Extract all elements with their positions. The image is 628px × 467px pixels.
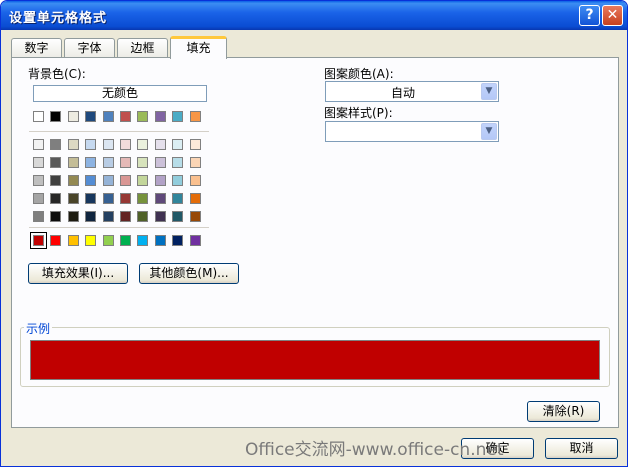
color-swatch[interactable] — [33, 139, 44, 150]
color-swatch[interactable] — [85, 211, 97, 222]
color-swatch[interactable] — [172, 139, 184, 150]
color-swatch[interactable] — [102, 157, 114, 168]
color-swatch[interactable] — [154, 139, 166, 150]
fill-effects-button[interactable]: 填充效果(I)... — [28, 263, 128, 284]
color-swatch[interactable] — [85, 157, 97, 168]
color-swatch[interactable] — [102, 211, 114, 222]
watermark-text: Office交流网-www.office-cn.net — [245, 440, 504, 460]
color-swatch[interactable] — [50, 211, 62, 222]
color-swatch[interactable] — [33, 211, 44, 222]
no-color-button[interactable]: 无颜色 — [33, 85, 207, 102]
pattern-color-label: 图案颜色(A): — [324, 67, 394, 81]
color-swatch[interactable] — [102, 235, 114, 246]
pattern-style-select[interactable]: ▼ — [325, 121, 499, 142]
color-swatch[interactable] — [189, 235, 201, 246]
color-swatch[interactable] — [102, 193, 114, 204]
color-swatch[interactable] — [33, 157, 44, 168]
color-swatch[interactable] — [154, 235, 166, 246]
format-cells-dialog: 设置单元格格式 ? ✕ 数字 字体 边框 填充 背景色(C): 无颜色 图案颜色… — [0, 0, 628, 467]
color-swatch[interactable] — [137, 211, 149, 222]
color-swatch[interactable] — [85, 193, 97, 204]
color-swatch[interactable] — [172, 175, 184, 186]
color-swatch[interactable] — [67, 175, 79, 186]
color-swatch[interactable] — [137, 157, 149, 168]
color-swatch[interactable] — [120, 235, 131, 246]
color-swatch[interactable] — [189, 139, 201, 150]
color-swatch[interactable] — [102, 111, 114, 122]
sample-label: 示例 — [24, 320, 53, 337]
title-bar[interactable]: 设置单元格格式 ? ✕ — [1, 1, 627, 30]
color-swatch[interactable] — [120, 111, 131, 122]
color-swatch[interactable] — [154, 211, 166, 222]
color-swatch[interactable] — [33, 175, 44, 186]
color-swatch[interactable] — [33, 193, 44, 204]
tab-fill[interactable]: 填充 — [170, 36, 227, 59]
color-swatch[interactable] — [154, 157, 166, 168]
color-swatch[interactable] — [30, 232, 47, 249]
close-icon[interactable]: ✕ — [602, 5, 623, 26]
tab-number[interactable]: 数字 — [11, 38, 62, 58]
color-swatch[interactable] — [189, 175, 201, 186]
color-swatch[interactable] — [172, 193, 184, 204]
color-swatch[interactable] — [85, 139, 97, 150]
color-swatch[interactable] — [172, 111, 184, 122]
tab-font[interactable]: 字体 — [64, 38, 115, 58]
color-swatch[interactable] — [137, 193, 149, 204]
color-swatch[interactable] — [50, 139, 62, 150]
color-swatch[interactable] — [137, 111, 149, 122]
background-color-label: 背景色(C): — [28, 67, 86, 81]
color-swatch[interactable] — [120, 211, 131, 222]
color-swatch[interactable] — [172, 211, 184, 222]
cancel-button[interactable]: 取消 — [545, 438, 618, 459]
dialog-title: 设置单元格格式 — [9, 11, 108, 26]
color-swatch[interactable] — [120, 157, 131, 168]
color-swatch[interactable] — [137, 235, 149, 246]
color-swatch[interactable] — [189, 193, 201, 204]
color-swatch[interactable] — [85, 111, 97, 122]
color-swatch[interactable] — [120, 175, 131, 186]
color-swatch[interactable] — [67, 211, 79, 222]
color-swatch[interactable] — [120, 139, 131, 150]
color-swatch[interactable] — [154, 175, 166, 186]
chevron-down-icon[interactable]: ▼ — [481, 83, 497, 100]
color-swatch[interactable] — [33, 111, 44, 122]
color-swatch[interactable] — [189, 211, 201, 222]
color-swatch[interactable] — [50, 111, 62, 122]
pattern-color-value: 自动 — [390, 86, 415, 100]
color-swatch[interactable] — [154, 193, 166, 204]
color-swatch[interactable] — [102, 175, 114, 186]
color-swatch[interactable] — [50, 193, 62, 204]
color-swatch[interactable] — [102, 139, 114, 150]
color-swatch[interactable] — [67, 157, 79, 168]
color-swatch[interactable] — [172, 235, 184, 246]
color-swatch[interactable] — [137, 175, 149, 186]
sample-preview — [30, 340, 600, 380]
color-swatch[interactable] — [67, 139, 79, 150]
pattern-style-label: 图案样式(P): — [324, 106, 393, 120]
pattern-color-select[interactable]: 自动 ▼ — [325, 81, 499, 102]
color-swatch[interactable] — [50, 175, 62, 186]
color-swatch[interactable] — [67, 235, 79, 246]
color-swatch[interactable] — [154, 111, 166, 122]
color-swatch[interactable] — [85, 235, 97, 246]
color-swatch[interactable] — [189, 157, 201, 168]
color-swatch[interactable] — [50, 235, 62, 246]
color-swatch[interactable] — [50, 157, 62, 168]
clear-button[interactable]: 清除(R) — [527, 401, 600, 422]
color-swatch[interactable] — [67, 111, 79, 122]
color-swatch[interactable] — [172, 157, 184, 168]
help-icon[interactable]: ? — [579, 5, 600, 26]
color-swatch[interactable] — [120, 193, 131, 204]
color-swatch[interactable] — [189, 111, 201, 122]
color-swatch[interactable] — [67, 193, 79, 204]
palette-divider — [29, 131, 209, 132]
color-swatch[interactable] — [85, 175, 97, 186]
palette-divider — [29, 227, 209, 228]
fill-panel: 背景色(C): 无颜色 图案颜色(A): 自动 ▼ 图案样式(P): ▼ 填充效… — [11, 57, 619, 428]
chevron-down-icon[interactable]: ▼ — [481, 123, 497, 140]
tab-border[interactable]: 边框 — [117, 38, 168, 58]
color-swatch[interactable] — [137, 139, 149, 150]
more-colors-button[interactable]: 其他颜色(M)... — [139, 263, 239, 284]
